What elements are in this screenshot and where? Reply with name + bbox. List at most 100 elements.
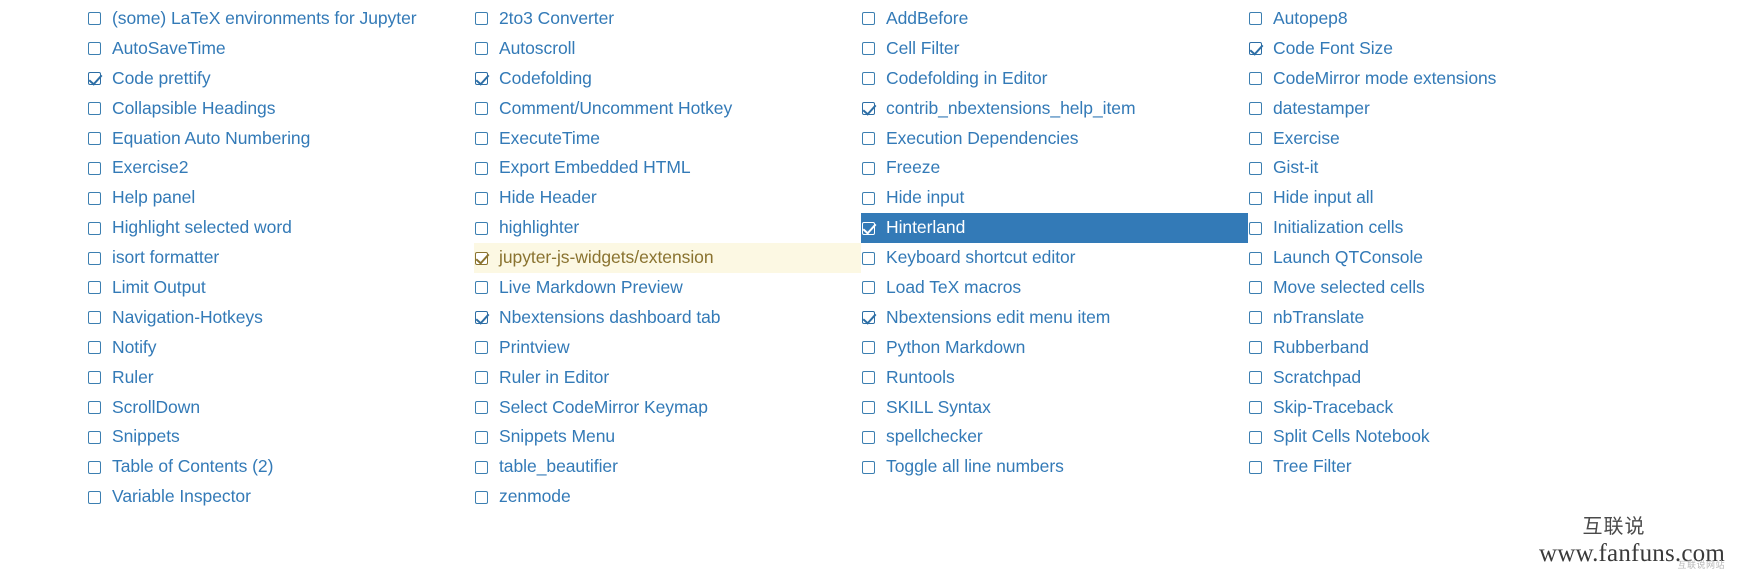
checkbox-unchecked-icon[interactable] bbox=[862, 460, 875, 474]
extension-list-item[interactable]: Limit Output bbox=[88, 273, 475, 303]
extension-list-item[interactable]: Select CodeMirror Keymap bbox=[475, 393, 862, 423]
checkbox-unchecked-icon[interactable] bbox=[88, 132, 101, 145]
checkbox-unchecked-icon[interactable] bbox=[1249, 401, 1262, 415]
checkbox-unchecked-icon[interactable] bbox=[475, 161, 488, 175]
extension-list-item[interactable]: Skip-Traceback bbox=[1249, 393, 1636, 423]
checkbox-unchecked-icon[interactable] bbox=[88, 12, 101, 26]
extension-list-item[interactable]: zenmode bbox=[475, 482, 862, 512]
checkbox-checked-icon[interactable] bbox=[475, 311, 488, 325]
extension-list-item[interactable]: Load TeX macros bbox=[862, 273, 1249, 303]
checkbox-unchecked-icon[interactable] bbox=[862, 161, 875, 175]
checkbox-unchecked-icon[interactable] bbox=[88, 460, 101, 474]
checkbox-unchecked-icon[interactable] bbox=[1249, 161, 1262, 175]
checkbox-checked-icon[interactable] bbox=[88, 72, 101, 86]
extension-list-item[interactable]: Split Cells Notebook bbox=[1249, 422, 1636, 452]
checkbox-unchecked-icon[interactable] bbox=[88, 281, 101, 295]
checkbox-unchecked-icon[interactable] bbox=[1249, 191, 1262, 205]
extension-list-item[interactable]: Move selected cells bbox=[1249, 273, 1636, 303]
extension-list-item[interactable]: Tree Filter bbox=[1249, 452, 1636, 482]
checkbox-unchecked-icon[interactable] bbox=[475, 132, 488, 145]
extension-list-item[interactable]: Hide input all bbox=[1249, 183, 1636, 213]
extension-list-item[interactable]: datestamper bbox=[1249, 94, 1636, 124]
extension-list-item[interactable]: Nbextensions dashboard tab bbox=[475, 303, 862, 333]
extension-list-item[interactable]: Collapsible Headings bbox=[88, 94, 475, 124]
extension-list-item[interactable]: Ruler bbox=[88, 363, 475, 393]
extension-list-item[interactable]: Rubberband bbox=[1249, 333, 1636, 363]
checkbox-unchecked-icon[interactable] bbox=[475, 12, 488, 26]
checkbox-unchecked-icon[interactable] bbox=[862, 42, 875, 56]
extension-list-item[interactable]: Highlight selected word bbox=[88, 213, 475, 243]
extension-list-item[interactable]: nbTranslate bbox=[1249, 303, 1636, 333]
checkbox-unchecked-icon[interactable] bbox=[475, 460, 488, 474]
extension-list-item[interactable]: Live Markdown Preview bbox=[475, 273, 862, 303]
checkbox-unchecked-icon[interactable] bbox=[862, 371, 875, 385]
extension-list-item[interactable]: Autoscroll bbox=[475, 34, 862, 64]
extension-list-item[interactable]: Freeze bbox=[862, 153, 1249, 183]
extension-list-item[interactable]: Scratchpad bbox=[1249, 363, 1636, 393]
checkbox-unchecked-icon[interactable] bbox=[1249, 221, 1262, 235]
extension-list-item[interactable]: Toggle all line numbers bbox=[862, 452, 1249, 482]
checkbox-unchecked-icon[interactable] bbox=[1249, 460, 1262, 474]
extension-list-item[interactable]: Codefolding in Editor bbox=[862, 64, 1249, 94]
checkbox-unchecked-icon[interactable] bbox=[475, 221, 488, 235]
checkbox-unchecked-icon[interactable] bbox=[475, 490, 488, 504]
checkbox-checked-icon[interactable] bbox=[862, 102, 875, 116]
extension-list-item[interactable]: 2to3 Converter bbox=[475, 4, 862, 34]
extension-list-item[interactable]: ScrollDown bbox=[88, 393, 475, 423]
extension-list-item[interactable]: CodeMirror mode extensions bbox=[1249, 64, 1636, 94]
extension-list-item[interactable]: Codefolding bbox=[475, 64, 862, 94]
extension-list-item[interactable]: Cell Filter bbox=[862, 34, 1249, 64]
checkbox-unchecked-icon[interactable] bbox=[88, 401, 101, 415]
extension-list-item[interactable]: Hide input bbox=[862, 183, 1249, 213]
extension-list-item[interactable]: Hinterland bbox=[861, 213, 1248, 244]
checkbox-unchecked-icon[interactable] bbox=[88, 161, 101, 175]
checkbox-unchecked-icon[interactable] bbox=[1249, 341, 1262, 355]
checkbox-unchecked-icon[interactable] bbox=[475, 281, 488, 295]
checkbox-checked-icon[interactable] bbox=[475, 251, 488, 265]
extension-list-item[interactable]: Table of Contents (2) bbox=[88, 452, 475, 482]
extension-list-item[interactable]: Gist-it bbox=[1249, 153, 1636, 183]
checkbox-unchecked-icon[interactable] bbox=[862, 72, 875, 86]
extension-list-item[interactable]: Printview bbox=[475, 333, 862, 363]
checkbox-unchecked-icon[interactable] bbox=[475, 401, 488, 415]
checkbox-unchecked-icon[interactable] bbox=[88, 102, 101, 116]
checkbox-unchecked-icon[interactable] bbox=[862, 251, 875, 265]
extension-list-item[interactable]: jupyter-js-widgets/extension bbox=[474, 243, 861, 274]
extension-list-item[interactable]: Autopep8 bbox=[1249, 4, 1636, 34]
checkbox-unchecked-icon[interactable] bbox=[475, 341, 488, 355]
checkbox-unchecked-icon[interactable] bbox=[1249, 371, 1262, 385]
checkbox-unchecked-icon[interactable] bbox=[475, 191, 488, 205]
checkbox-unchecked-icon[interactable] bbox=[475, 102, 488, 116]
extension-list-item[interactable]: Exercise2 bbox=[88, 153, 475, 183]
extension-list-item[interactable]: Code Font Size bbox=[1249, 34, 1636, 64]
checkbox-unchecked-icon[interactable] bbox=[862, 430, 875, 444]
checkbox-unchecked-icon[interactable] bbox=[475, 430, 488, 444]
extension-list-item[interactable]: isort formatter bbox=[88, 243, 475, 273]
checkbox-checked-icon[interactable] bbox=[1249, 42, 1262, 56]
extension-list-item[interactable]: ExecuteTime bbox=[475, 124, 862, 154]
checkbox-unchecked-icon[interactable] bbox=[88, 42, 101, 56]
checkbox-unchecked-icon[interactable] bbox=[1249, 72, 1262, 86]
extension-list-item[interactable]: (some) LaTeX environments for Jupyter bbox=[88, 4, 475, 34]
extension-list-item[interactable]: contrib_nbextensions_help_item bbox=[862, 94, 1249, 124]
extension-list-item[interactable]: spellchecker bbox=[862, 422, 1249, 452]
checkbox-unchecked-icon[interactable] bbox=[88, 221, 101, 235]
extension-list-item[interactable]: Code prettify bbox=[88, 64, 475, 94]
checkbox-unchecked-icon[interactable] bbox=[88, 490, 101, 504]
checkbox-unchecked-icon[interactable] bbox=[862, 401, 875, 415]
checkbox-unchecked-icon[interactable] bbox=[88, 430, 101, 444]
checkbox-unchecked-icon[interactable] bbox=[1249, 132, 1262, 145]
checkbox-checked-icon[interactable] bbox=[475, 72, 488, 86]
extension-list-item[interactable]: Execution Dependencies bbox=[862, 124, 1249, 154]
extension-list-item[interactable]: Comment/Uncomment Hotkey bbox=[475, 94, 862, 124]
checkbox-unchecked-icon[interactable] bbox=[1249, 430, 1262, 444]
checkbox-unchecked-icon[interactable] bbox=[475, 371, 488, 385]
checkbox-unchecked-icon[interactable] bbox=[88, 341, 101, 355]
checkbox-unchecked-icon[interactable] bbox=[1249, 311, 1262, 325]
extension-list-item[interactable]: table_beautifier bbox=[475, 452, 862, 482]
checkbox-checked-icon[interactable] bbox=[862, 221, 875, 235]
extension-list-item[interactable]: Exercise bbox=[1249, 124, 1636, 154]
extension-list-item[interactable]: Navigation-Hotkeys bbox=[88, 303, 475, 333]
extension-list-item[interactable]: Ruler in Editor bbox=[475, 363, 862, 393]
checkbox-unchecked-icon[interactable] bbox=[88, 311, 101, 325]
